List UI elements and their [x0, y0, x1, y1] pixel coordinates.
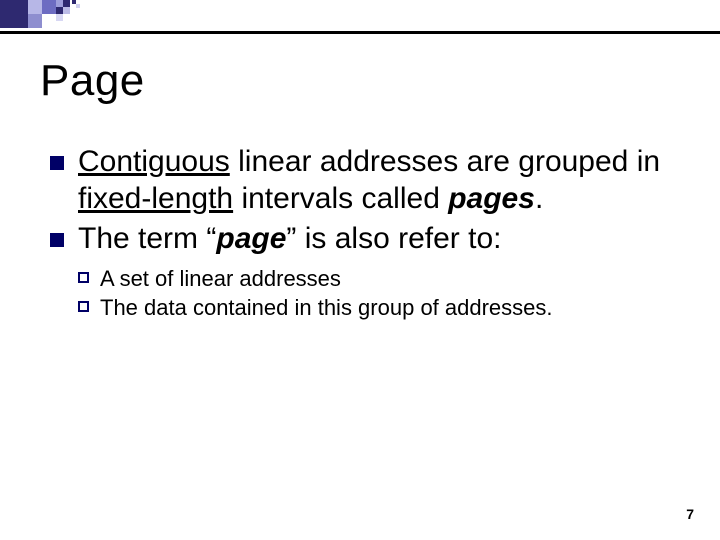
bullet-level1: The term “page” is also refer to:: [50, 221, 670, 258]
hollow-square-bullet-icon: [78, 272, 89, 283]
decor-square: [63, 7, 70, 14]
bullet-text: The term: [78, 222, 206, 255]
decor-square: [28, 0, 42, 14]
bullet-text-emphasis: page: [216, 222, 286, 255]
bullet-text-underline: fixed-length: [78, 182, 233, 215]
horizontal-rule: [0, 31, 720, 34]
decor-square: [76, 4, 80, 8]
square-bullet-icon: [50, 156, 64, 170]
decor-square: [63, 0, 70, 7]
bullet-text-underline: Contiguous: [78, 145, 230, 178]
decor-square: [56, 0, 63, 7]
slide-container: Page Contiguous linear addresses are gro…: [0, 0, 720, 540]
decor-square: [42, 0, 56, 14]
decor-square: [28, 14, 42, 28]
bullet-level2: A set of linear addresses: [50, 264, 670, 294]
hollow-square-bullet-icon: [78, 301, 89, 312]
bullet-text: “: [206, 222, 216, 255]
bullet-text-emphasis: pages: [448, 182, 535, 215]
sub-bullet-text: The data contained in this group of addr…: [100, 295, 553, 320]
page-number: 7: [686, 506, 694, 522]
square-bullet-icon: [50, 233, 64, 247]
bullet-text: .: [535, 182, 543, 215]
bullet-text: is also refer to:: [296, 222, 501, 255]
decor-square: [0, 0, 28, 28]
bullet-text: ”: [286, 222, 296, 255]
bullet-text: intervals called: [233, 182, 448, 215]
corner-decoration: [0, 0, 200, 40]
slide-title: Page: [40, 56, 145, 106]
slide-body: Contiguous linear addresses are grouped …: [50, 144, 670, 323]
bullet-level1: Contiguous linear addresses are grouped …: [50, 144, 670, 217]
bullet-text: linear addresses are grouped in: [230, 145, 660, 178]
decor-square: [56, 7, 63, 14]
sub-bullet-text: A set of linear addresses: [100, 266, 341, 291]
bullet-level2: The data contained in this group of addr…: [50, 293, 670, 323]
decor-square: [56, 14, 63, 21]
sub-bullet-group: A set of linear addresses The data conta…: [50, 264, 670, 323]
